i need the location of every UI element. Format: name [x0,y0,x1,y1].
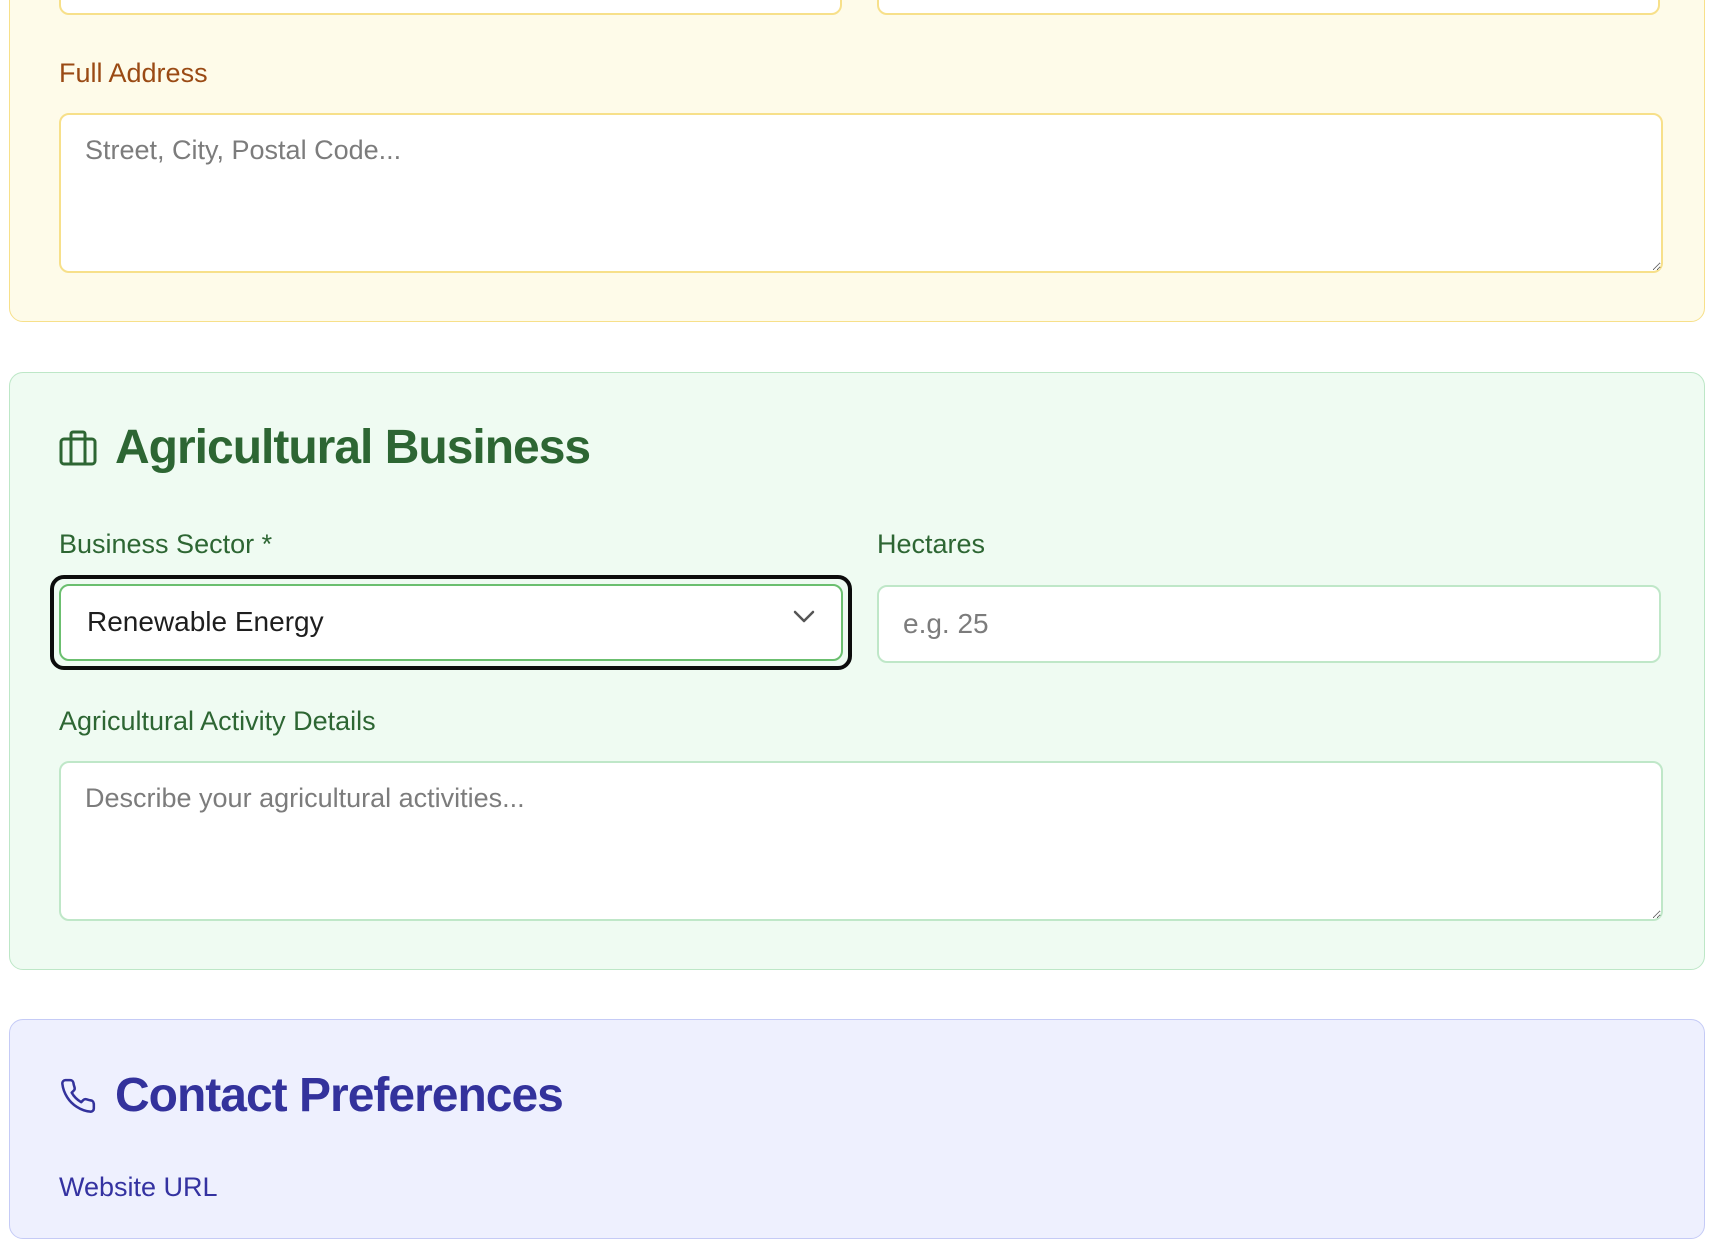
agricultural-business-title: Agricultural Business [115,421,591,474]
activity-details-textarea[interactable] [59,761,1663,921]
website-url-label: Website URL [59,1172,218,1202]
hectares-label: Hectares [877,529,986,559]
business-sector-value: Renewable Energy [87,606,324,637]
address-field-top-left[interactable] [59,0,842,15]
contact-preferences-title: Contact Preferences [115,1069,564,1122]
full-address-textarea[interactable] [59,113,1663,273]
activity-details-label: Agricultural Activity Details [59,706,376,736]
hectares-input[interactable] [877,585,1661,663]
business-sector-label: Business Sector * [59,529,273,559]
chevron-down-icon [793,610,815,629]
full-address-label: Full Address [59,58,208,88]
business-sector-select[interactable]: Renewable Energy [59,584,843,661]
contact-preferences-card [9,1019,1705,1239]
briefcase-icon [59,430,97,471]
address-field-top-right[interactable] [877,0,1660,15]
phone-icon [59,1077,97,1120]
